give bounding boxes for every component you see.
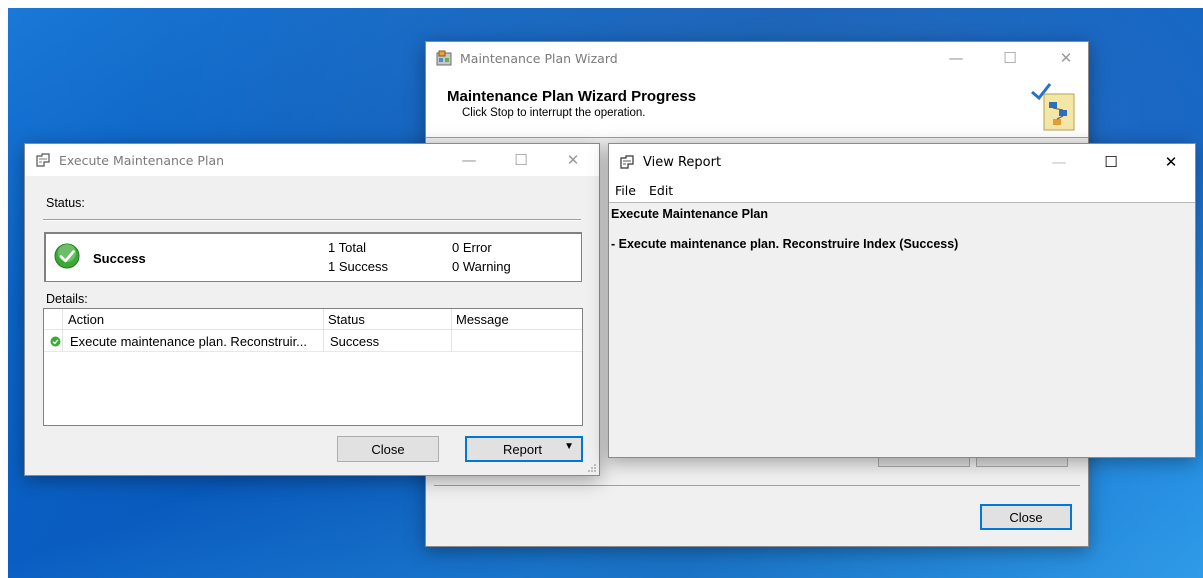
row-status: Success	[330, 334, 380, 349]
close-icon[interactable]: ✕	[551, 144, 595, 176]
minimize-icon: —	[1051, 153, 1067, 171]
view-report-window[interactable]: View Report — ☐ ✕ File Edit Execute Main…	[608, 143, 1196, 458]
status-summary: Success 1 Total 1 Success 0 Error 0 Warn…	[44, 232, 582, 282]
success-count: 1 Success	[328, 259, 388, 274]
wizard-graphic-icon	[1031, 83, 1075, 131]
column-header-action[interactable]: Action	[68, 312, 104, 327]
wizard-subheading: Click Stop to interrupt the operation.	[462, 107, 646, 119]
result-label: Success	[93, 251, 146, 266]
column-header-status[interactable]: Status	[328, 312, 365, 327]
column-header-message[interactable]: Message	[456, 312, 509, 327]
success-check-icon	[50, 336, 61, 347]
wizard-separator	[434, 485, 1080, 486]
maintenance-plan-icon	[436, 50, 452, 66]
maximize-icon[interactable]: ☐	[1089, 144, 1133, 180]
execute-titlebar[interactable]: Execute Maintenance Plan — ☐ ✕	[25, 144, 599, 176]
total-count: 1 Total	[328, 240, 367, 255]
status-divider	[43, 219, 581, 221]
status-label: Status:	[46, 196, 85, 210]
maintenance-plan-icon	[620, 155, 634, 169]
warning-count: 0 Warning	[452, 259, 511, 274]
table-row[interactable]: Execute maintenance plan. Reconstruir...…	[44, 330, 582, 352]
wizard-titlebar[interactable]: Maintenance Plan Wizard — ☐ ✕	[426, 42, 1088, 74]
maintenance-plan-icon	[36, 153, 50, 167]
minimize-icon[interactable]: —	[934, 42, 978, 74]
close-icon[interactable]: ✕	[1044, 42, 1088, 74]
grid-header: Action Status Message	[44, 309, 582, 330]
menu-edit[interactable]: Edit	[649, 183, 673, 198]
dropdown-arrow-icon[interactable]: ▼	[564, 441, 574, 452]
success-check-icon	[54, 243, 80, 269]
execute-maintenance-plan-window[interactable]: Execute Maintenance Plan — ☐ ✕ Status: S…	[24, 143, 600, 476]
report-line-heading: Execute Maintenance Plan	[611, 207, 769, 221]
wizard-header: Maintenance Plan Wizard Progress Click S…	[426, 74, 1088, 138]
minimize-icon[interactable]: —	[447, 144, 491, 176]
report-titlebar[interactable]: View Report — ☐ ✕	[609, 144, 1195, 180]
details-label: Details:	[46, 292, 88, 306]
close-icon[interactable]: ✕	[1149, 144, 1193, 180]
report-line-result: - Execute maintenance plan. Reconstruire…	[611, 237, 959, 251]
report-button[interactable]: Report ▼	[465, 436, 583, 462]
row-action: Execute maintenance plan. Reconstruir...	[70, 334, 308, 349]
report-button-label: Report	[503, 441, 543, 457]
details-grid[interactable]: Action Status Message Execute maintenanc…	[43, 308, 583, 426]
menu-file[interactable]: File	[615, 183, 636, 198]
execute-close-button[interactable]: Close	[337, 436, 439, 462]
maximize-icon[interactable]: ☐	[499, 144, 543, 176]
error-count: 0 Error	[452, 240, 492, 255]
resize-grip-icon[interactable]	[587, 463, 597, 473]
report-content[interactable]: Execute Maintenance Plan - Execute maint…	[609, 202, 1195, 457]
maximize-icon[interactable]: ☐	[988, 42, 1032, 74]
report-menubar: File Edit	[609, 180, 1195, 202]
report-title: View Report	[643, 154, 722, 170]
execute-title: Execute Maintenance Plan	[59, 152, 225, 168]
wizard-title: Maintenance Plan Wizard	[460, 50, 618, 66]
wizard-close-button[interactable]: Close	[980, 504, 1072, 530]
wizard-heading: Maintenance Plan Wizard Progress	[447, 88, 697, 105]
